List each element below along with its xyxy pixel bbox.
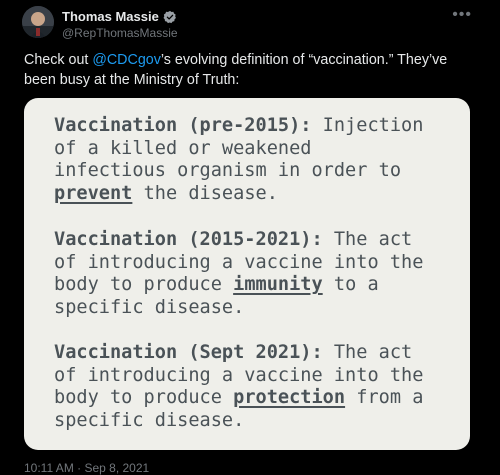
definition-text: of introducing a vaccine into the [54, 251, 424, 273]
mention-link[interactable]: @CDCgov [92, 52, 161, 68]
author-handle[interactable]: @RepThomasMassie [62, 26, 178, 40]
definition-text: to a [322, 274, 379, 295]
definition-text: The act [322, 229, 413, 250]
definition-text: of a killed or weakened [54, 137, 312, 159]
definition-text: body to produce [54, 387, 234, 408]
tweet-text: Check out @CDCgov’s evolving definition … [24, 50, 476, 90]
author-name-row: Thomas Massie [62, 9, 177, 24]
more-options-icon[interactable]: ••• [452, 6, 472, 24]
tweet-timestamp[interactable]: 10:11 AM · Sep 8, 2021 [24, 461, 149, 475]
definition-image-card[interactable]: Vaccination (pre-2015): Injection of a k… [24, 98, 470, 450]
definition-text: of introducing a vaccine into the [54, 364, 424, 386]
definition-text: specific disease. [54, 296, 245, 318]
definition-term: Vaccination (Sept 2021): [54, 342, 323, 363]
tweet-text-before: Check out [24, 52, 93, 68]
definition-text: infectious organism in order to [54, 160, 402, 181]
avatar-image [22, 6, 54, 38]
avatar[interactable] [22, 6, 54, 38]
definition-text: The act [322, 342, 413, 363]
definition-text: from a [345, 387, 424, 408]
definition-keyword: prevent [54, 182, 133, 204]
definition-keyword: immunity [233, 274, 323, 295]
definition-keyword: protection [233, 387, 346, 408]
definition-sept-2021: Vaccination (Sept 2021): The act of intr… [54, 342, 423, 432]
definition-term: Vaccination (pre-2015): [54, 115, 312, 136]
definition-2015-2021: Vaccination (2015-2021): The act of intr… [54, 229, 423, 319]
author-display-name[interactable]: Thomas Massie [62, 9, 159, 24]
verified-badge-icon [163, 10, 177, 24]
definition-text: the disease. [132, 182, 278, 204]
definition-term: Vaccination (2015-2021): [54, 229, 323, 250]
definition-pre-2015: Vaccination (pre-2015): Injection of a k… [54, 115, 423, 205]
definition-text: body to produce [54, 274, 234, 295]
definition-text: Injection [311, 115, 424, 136]
definition-text: specific disease. [54, 409, 245, 431]
